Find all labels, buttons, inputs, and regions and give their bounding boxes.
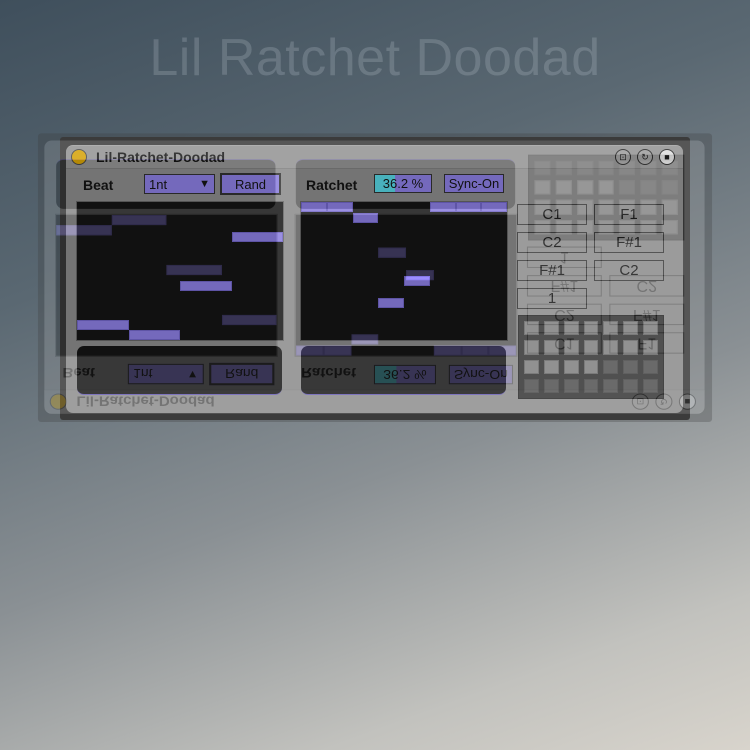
device-titlebar: Lil-Ratchet-Doodad ⊡ ↻ ■ [44,389,705,413]
pad[interactable] [619,180,636,196]
ratchet-step-editor [294,213,518,357]
pad[interactable] [598,200,615,215]
ratchet-label: Ratchet [301,364,357,382]
pad[interactable] [555,160,572,176]
dropdown-arrow-icon: ▼ [186,367,199,381]
pad[interactable] [576,160,593,176]
note-count-box: 1 [526,246,602,268]
step-bar[interactable] [406,269,434,280]
note-button: C2 [526,303,602,326]
pad[interactable] [661,160,678,176]
pad[interactable] [534,200,551,215]
pad[interactable] [640,180,657,196]
step-bar[interactable] [221,315,277,326]
beat-step-editor [55,213,278,357]
pad[interactable] [640,200,657,215]
step-bar[interactable] [378,248,407,259]
background-title: Lil Ratchet Doodad [149,29,601,87]
beat-division-dropdown: 1nt ▼ [127,363,204,385]
pad[interactable] [534,160,551,176]
pad[interactable] [598,180,615,196]
pad[interactable] [555,219,572,235]
pad[interactable] [619,200,636,215]
step-bar[interactable] [488,345,517,356]
ratchet-amount-value: 36.2 % [383,366,427,383]
pad[interactable] [661,180,678,196]
pad[interactable] [555,180,572,196]
note-button: F#1 [526,275,602,297]
pad[interactable] [598,160,615,176]
pad[interactable] [576,200,593,215]
step-bar[interactable] [111,214,167,226]
pad[interactable] [534,219,551,235]
step-bar[interactable] [166,265,222,276]
step-bar[interactable] [461,345,489,356]
power-toggle-icon [49,393,67,410]
step-bar[interactable] [433,345,462,356]
pad[interactable] [555,200,572,215]
map-icon: ↻ [655,393,673,410]
hotswap-icon: ⊡ [631,393,649,410]
beat-display [56,158,276,209]
ratchet-amount-slider: 36.2 % [373,364,436,385]
device-panel: Lil-Ratchet-Doodad ⊡ ↻ ■ Beat 1nt ▼ Rand… [44,140,705,414]
device-reflection: Lil-Ratchet-Doodad ⊡ ↻ ■ Beat 1nt ▼ Rand… [37,133,713,422]
pad[interactable] [640,160,657,176]
note-button: C1 [526,332,602,354]
pad[interactable] [576,180,593,196]
save-icon: ■ [678,393,696,410]
sync-toggle-button: Sync-On [448,364,514,385]
pad[interactable] [661,219,678,235]
step-bar[interactable] [350,334,379,345]
note-button: F1 [609,332,685,354]
beat-label: Beat [62,364,96,382]
step-bar[interactable] [323,345,351,356]
ratchet-display [295,158,516,209]
pad[interactable] [661,200,678,215]
step-bar[interactable] [56,224,112,236]
rand-button: Rand [209,362,275,386]
pad[interactable] [576,219,593,235]
pad[interactable] [619,160,636,176]
note-button: C2 [609,275,685,297]
beat-division-value: 1nt [133,366,153,382]
pad[interactable] [534,180,551,196]
note-button: F#1 [609,303,685,326]
pad[interactable] [598,219,615,235]
step-bar[interactable] [295,345,324,356]
pad[interactable] [619,219,636,235]
pad[interactable] [640,219,657,235]
pad-grid [528,154,685,241]
device-title: Lil-Ratchet-Doodad [76,393,215,410]
